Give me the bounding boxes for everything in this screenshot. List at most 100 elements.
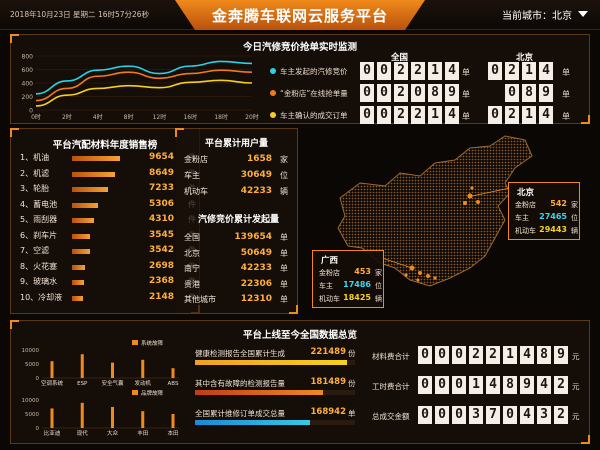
- map-hotspot: [476, 200, 480, 204]
- national-counter: 002089: [360, 84, 459, 102]
- report-progress-track: [195, 420, 355, 425]
- counter-digit: 2: [505, 106, 519, 124]
- map-hotspot: [433, 276, 437, 280]
- beijing-info-title: 北京: [517, 188, 535, 198]
- counter-digit: 2: [394, 62, 408, 80]
- category-label: 比亚迪: [44, 429, 61, 437]
- counter-digit: 4: [539, 106, 553, 124]
- counter-digit: 1: [503, 346, 517, 364]
- ranking-value: 7233: [148, 183, 174, 193]
- guangxi-info-title: 广西: [321, 256, 339, 266]
- counter-digit: 4: [445, 62, 459, 80]
- fault-bar: [50, 361, 54, 378]
- legend-item: “金粉店”在线抢单量: [270, 88, 348, 99]
- ranking-bar: [72, 171, 116, 177]
- beijing-counter: 0214: [488, 62, 553, 80]
- y-tick-label: 200: [22, 94, 34, 101]
- counter-digit: 0: [435, 376, 449, 394]
- y-tick-label: 600: [22, 67, 34, 74]
- guangxi-info-box[interactable]: 广西 金粉店 453 家车主 17486 位机动车 18425 辆: [312, 250, 384, 308]
- series-line-1: [35, 69, 253, 102]
- counter-digit: 2: [469, 346, 483, 364]
- counter-digit: 0: [418, 406, 432, 424]
- bidding-unit: 单: [280, 279, 288, 289]
- map-hotspot: [470, 186, 474, 190]
- beijing-info-box[interactable]: 北京 金粉店 542 家车主 27465 位机动车 29443 辆: [508, 182, 580, 240]
- category-label: 丰田: [137, 429, 148, 437]
- bidding-value: 139654: [234, 232, 272, 242]
- city-selector[interactable]: 当前城市：北京: [502, 7, 572, 22]
- report-progress-track: [195, 360, 355, 365]
- fault-bar: [171, 368, 175, 378]
- x-tick-label: 16时: [183, 113, 197, 121]
- info-value: 542: [550, 199, 567, 208]
- map-hotspot: [418, 271, 422, 275]
- legend-dot-icon: [270, 112, 276, 118]
- ranking-row: 9、玻璃水2368件: [20, 276, 196, 289]
- report-label: 健康检测报告全国累计生成: [195, 349, 285, 358]
- ranking-label: 8、火花塞: [20, 261, 58, 271]
- chevron-down-icon[interactable]: [578, 11, 588, 17]
- info-unit: 辆: [375, 295, 382, 303]
- bidding-title: 汽修竞价累计发起量: [198, 215, 280, 225]
- ranking-row: 1、机油9654件: [20, 152, 196, 165]
- ranking-row: 4、蓄电池5306件: [20, 199, 196, 212]
- ranking-value: 2698: [148, 260, 174, 271]
- total-counter: 000370432: [418, 406, 568, 424]
- total-unit: 元: [572, 412, 580, 421]
- map-hotspot: [404, 273, 408, 277]
- fault-bar: [111, 407, 114, 428]
- total-unit: 元: [572, 382, 580, 391]
- counter-digit: 4: [486, 376, 500, 394]
- fault-bar: [50, 408, 54, 428]
- ranking-bar: [72, 202, 99, 208]
- counter-unit: 单: [562, 68, 570, 77]
- bidding-label: 南宁: [184, 264, 200, 273]
- bidding-unit: 单: [280, 233, 288, 242]
- counter-digit: 1: [469, 376, 483, 394]
- ranking-value: 2148: [148, 291, 174, 302]
- report-value: 221489: [310, 347, 347, 357]
- ranking-bar: [72, 264, 86, 270]
- y-tick-label: 0: [36, 426, 40, 432]
- category-label: 发动机: [134, 379, 151, 387]
- legend-item: 车主发起的汽修竞价: [270, 66, 348, 77]
- realtime-line-chart: 80060040020000时 2时 4时 8时 12时 16时 18时 20时: [22, 54, 259, 122]
- bidding-value: 42233: [240, 263, 272, 273]
- ranking-value: 4310: [148, 214, 174, 224]
- ranking-label: 7、空滤: [20, 246, 50, 255]
- info-value: 29443: [539, 225, 567, 234]
- bidding-label: 全国: [184, 233, 200, 242]
- counter-digit: 0: [452, 406, 466, 424]
- bidding-unit: 单: [280, 248, 288, 258]
- legend-label: 车主确认的成交订单: [280, 111, 348, 120]
- ranking-bar: [72, 280, 84, 285]
- ranking-label: 6、刹车片: [20, 230, 58, 240]
- report-progress-track: [195, 390, 355, 395]
- counter-digit: 2: [394, 106, 408, 124]
- ranking-label: 9、玻璃水: [20, 277, 58, 286]
- info-label: 车主: [319, 282, 333, 290]
- category-label: 大众: [107, 429, 119, 437]
- ranking-row: 5、雨刮器4310件: [20, 214, 196, 227]
- report-value: 168942: [310, 407, 347, 417]
- category-label: 本田: [167, 429, 178, 437]
- info-unit: 家: [571, 201, 578, 209]
- ranking-label: 1、机油: [20, 153, 50, 162]
- legend-label: 车主发起的汽修竞价: [280, 67, 348, 76]
- info-value: 453: [354, 267, 371, 276]
- counter-unit: 单: [462, 68, 470, 77]
- counter-digit: 2: [486, 346, 500, 364]
- fault-bar: [80, 354, 84, 378]
- total-unit: 元: [572, 352, 580, 361]
- info-label: 机动车: [319, 295, 340, 303]
- counter-digit: 1: [522, 62, 536, 80]
- category-label: ABS: [168, 381, 179, 387]
- counter-digit: 0: [452, 346, 466, 364]
- x-tick-label: 20时: [245, 113, 259, 121]
- ranking-bar: [72, 249, 90, 254]
- info-unit: 辆: [571, 227, 578, 235]
- counter-digit: 0: [377, 106, 391, 124]
- total-counter: 000221489: [418, 346, 568, 364]
- counter-digit: 0: [360, 106, 374, 124]
